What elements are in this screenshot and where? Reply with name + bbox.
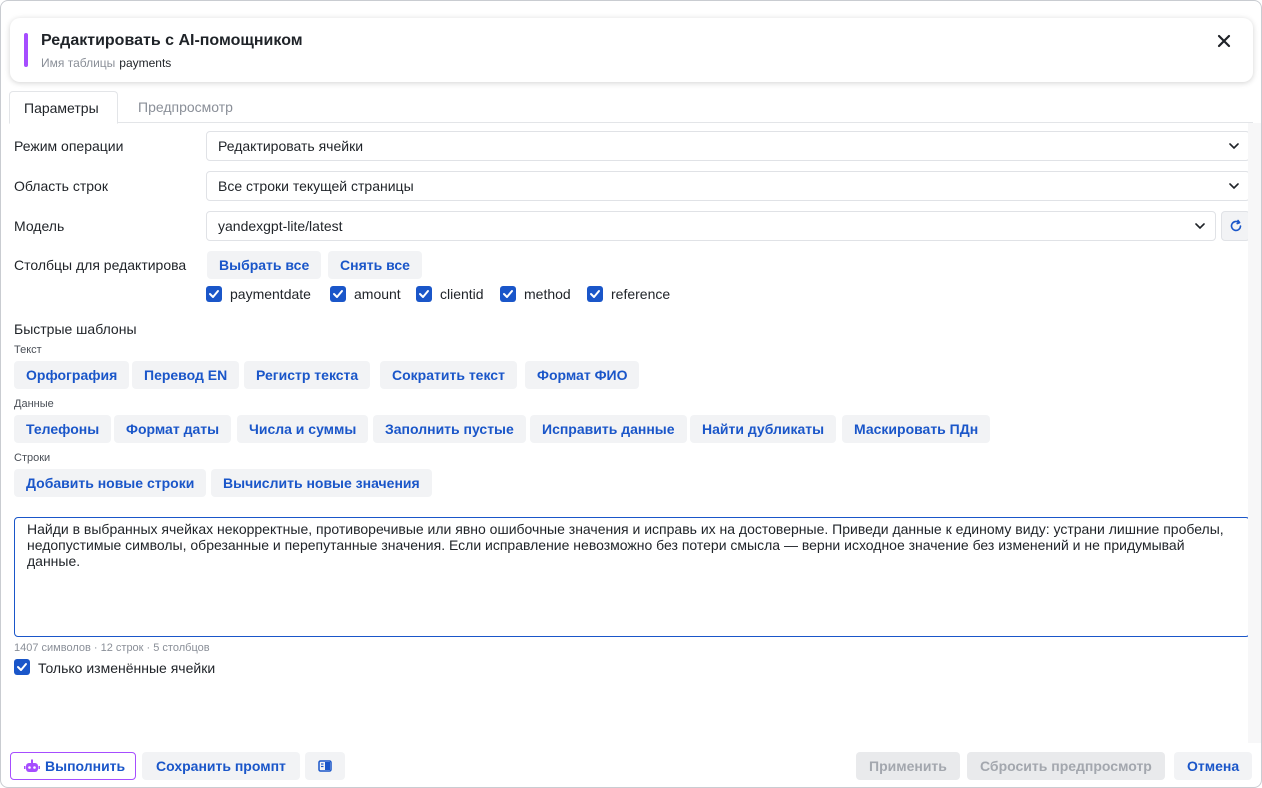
model-value: yandexgpt-lite/latest: [218, 218, 343, 234]
row-scope-select[interactable]: Все строки текущей страницы: [206, 171, 1250, 201]
refresh-models-button[interactable]: [1221, 211, 1250, 241]
template-group-text-label: Текст: [14, 344, 42, 356]
chevron-down-icon: [1229, 143, 1239, 150]
robot-icon: [24, 759, 40, 772]
dialog-title: Редактировать с AI-помощником: [41, 32, 303, 49]
template-group-rows-label: Строки: [14, 452, 51, 464]
template-shorten-text-button[interactable]: Сократить текст: [380, 361, 517, 389]
panel-layout-icon: [318, 760, 332, 772]
column-checkbox-reference[interactable]: [587, 286, 603, 302]
template-mask-pii-button[interactable]: Маскировать ПДн: [842, 415, 991, 443]
row-scope-value: Все строки текущей страницы: [218, 178, 414, 194]
select-all-button[interactable]: Выбрать все: [207, 251, 322, 279]
template-phones-button[interactable]: Телефоны: [14, 415, 112, 443]
refresh-icon: [1230, 219, 1242, 232]
tab-parameters[interactable]: Параметры: [9, 91, 118, 124]
table-name: payments: [119, 56, 172, 70]
scrollbar-track[interactable]: [1248, 123, 1261, 743]
template-numbers-button[interactable]: Числа и суммы: [237, 415, 369, 443]
template-spelling-button[interactable]: Орфография: [14, 361, 130, 389]
template-group-data-label: Данные: [14, 398, 54, 410]
chevron-down-icon: [1229, 183, 1239, 190]
template-text-case-button[interactable]: Регистр текста: [244, 361, 371, 389]
columns-label: Столбцы для редактирова: [14, 257, 187, 273]
operation-mode-label: Режим операции: [14, 138, 124, 154]
prompt-textarea[interactable]: Найди в выбранных ячейках некорректные, …: [14, 517, 1250, 637]
column-checkbox-method[interactable]: [500, 286, 516, 302]
template-find-duplicates-button[interactable]: Найти дубликаты: [690, 415, 837, 443]
reset-preview-button[interactable]: Сбросить предпросмотр: [967, 752, 1165, 780]
column-label: method: [524, 286, 571, 302]
chevron-down-icon: [1195, 223, 1205, 230]
only-changed-checkbox[interactable]: [14, 659, 30, 675]
column-checkbox-amount[interactable]: [330, 286, 346, 302]
template-compute-values-button[interactable]: Вычислить новые значения: [211, 469, 432, 497]
column-checkbox-paymentdate[interactable]: [206, 286, 222, 302]
operation-mode-value: Редактировать ячейки: [218, 138, 364, 154]
template-date-format-button[interactable]: Формат даты: [114, 415, 232, 443]
toggle-panel-button[interactable]: [305, 752, 345, 780]
cancel-button[interactable]: Отмена: [1174, 752, 1253, 780]
deselect-all-button[interactable]: Снять все: [328, 251, 422, 279]
run-button-label: Выполнить: [45, 758, 126, 774]
column-label: paymentdate: [230, 286, 311, 302]
table-label: Имя таблицы: [41, 56, 116, 70]
model-select[interactable]: yandexgpt-lite/latest: [206, 211, 1216, 241]
template-add-rows-button[interactable]: Добавить новые строки: [14, 469, 207, 497]
save-prompt-button[interactable]: Сохранить промпт: [142, 752, 300, 780]
dialog-window: Редактировать с AI-помощником Имя таблиц…: [0, 0, 1262, 788]
run-button[interactable]: Выполнить: [10, 752, 136, 780]
tab-bar: Параметры Предпросмотр: [9, 91, 1253, 124]
dialog-header: Редактировать с AI-помощником Имя таблиц…: [10, 18, 1253, 82]
close-icon[interactable]: [1213, 30, 1235, 52]
model-label: Модель: [14, 218, 65, 234]
template-fix-data-button[interactable]: Исправить данные: [530, 415, 687, 443]
table-info: Имя таблицы payments: [41, 56, 171, 70]
column-label: reference: [611, 286, 671, 302]
only-changed-label: Только изменённые ячейки: [38, 660, 216, 676]
template-fill-empty-button[interactable]: Заполнить пустые: [373, 415, 526, 443]
header-accent-bar: [24, 33, 28, 67]
template-fio-format-button[interactable]: Формат ФИО: [525, 361, 640, 389]
column-checkbox-clientid[interactable]: [416, 286, 432, 302]
operation-mode-select[interactable]: Редактировать ячейки: [206, 131, 1250, 161]
template-translate-en-button[interactable]: Перевод EN: [132, 361, 240, 389]
row-scope-label: Область строк: [14, 178, 108, 194]
prompt-counter: 1407 символов · 12 строк · 5 столбцов: [14, 642, 210, 654]
templates-title: Быстрые шаблоны: [14, 321, 137, 337]
tab-preview[interactable]: Предпросмотр: [124, 91, 247, 123]
column-label: amount: [354, 286, 401, 302]
column-label: clientid: [440, 286, 484, 302]
apply-button[interactable]: Применить: [856, 752, 960, 780]
